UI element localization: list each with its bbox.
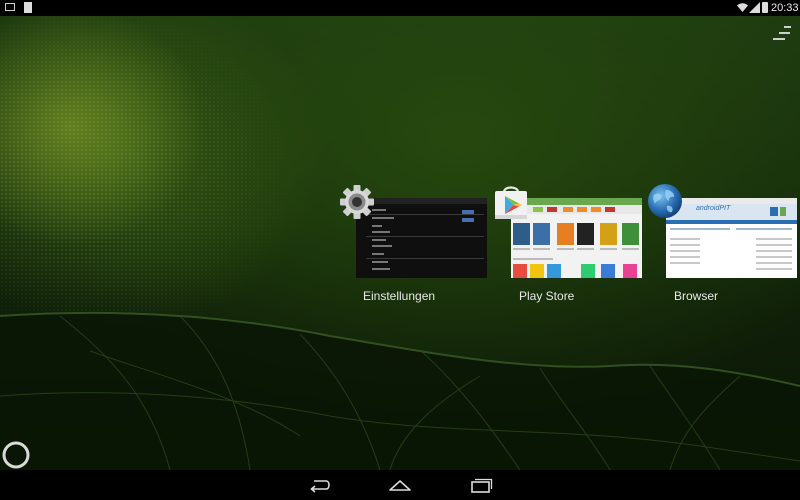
play-store-thumbnail[interactable] bbox=[511, 198, 642, 278]
app-label-browser: Browser bbox=[674, 289, 719, 303]
browser-thumb-site-name: androidPIT bbox=[696, 205, 731, 212]
globe-icon bbox=[648, 184, 682, 218]
recent-apps-icon[interactable] bbox=[467, 475, 495, 495]
recent-apps-dismiss-all-button[interactable] bbox=[772, 24, 792, 42]
browser-thumbnail[interactable]: androidPIT bbox=[666, 198, 797, 278]
app-label-settings: Einstellungen bbox=[363, 289, 436, 303]
picture-notification-icon bbox=[5, 3, 15, 11]
play-store-icon bbox=[495, 186, 527, 219]
recent-app-card-browser[interactable]: androidPIT Browser bbox=[646, 183, 800, 308]
app-label-play-store: Play Store bbox=[519, 289, 575, 303]
signal-icon bbox=[749, 2, 760, 13]
assist-circle-icon[interactable] bbox=[0, 437, 34, 471]
wifi-icon bbox=[737, 3, 748, 12]
battery-icon bbox=[762, 2, 768, 13]
navigation-bar bbox=[0, 470, 800, 500]
document-notification-icon bbox=[24, 2, 32, 13]
status-clock: 20:33 bbox=[771, 2, 799, 14]
status-bar: 20:33 bbox=[0, 0, 800, 16]
home-icon[interactable] bbox=[386, 475, 414, 495]
settings-gear-icon bbox=[340, 185, 374, 219]
recent-app-card-play-store[interactable]: Play Store bbox=[491, 183, 646, 308]
back-icon[interactable] bbox=[306, 475, 334, 495]
recent-app-card-settings[interactable]: Einstellungen bbox=[338, 183, 493, 308]
